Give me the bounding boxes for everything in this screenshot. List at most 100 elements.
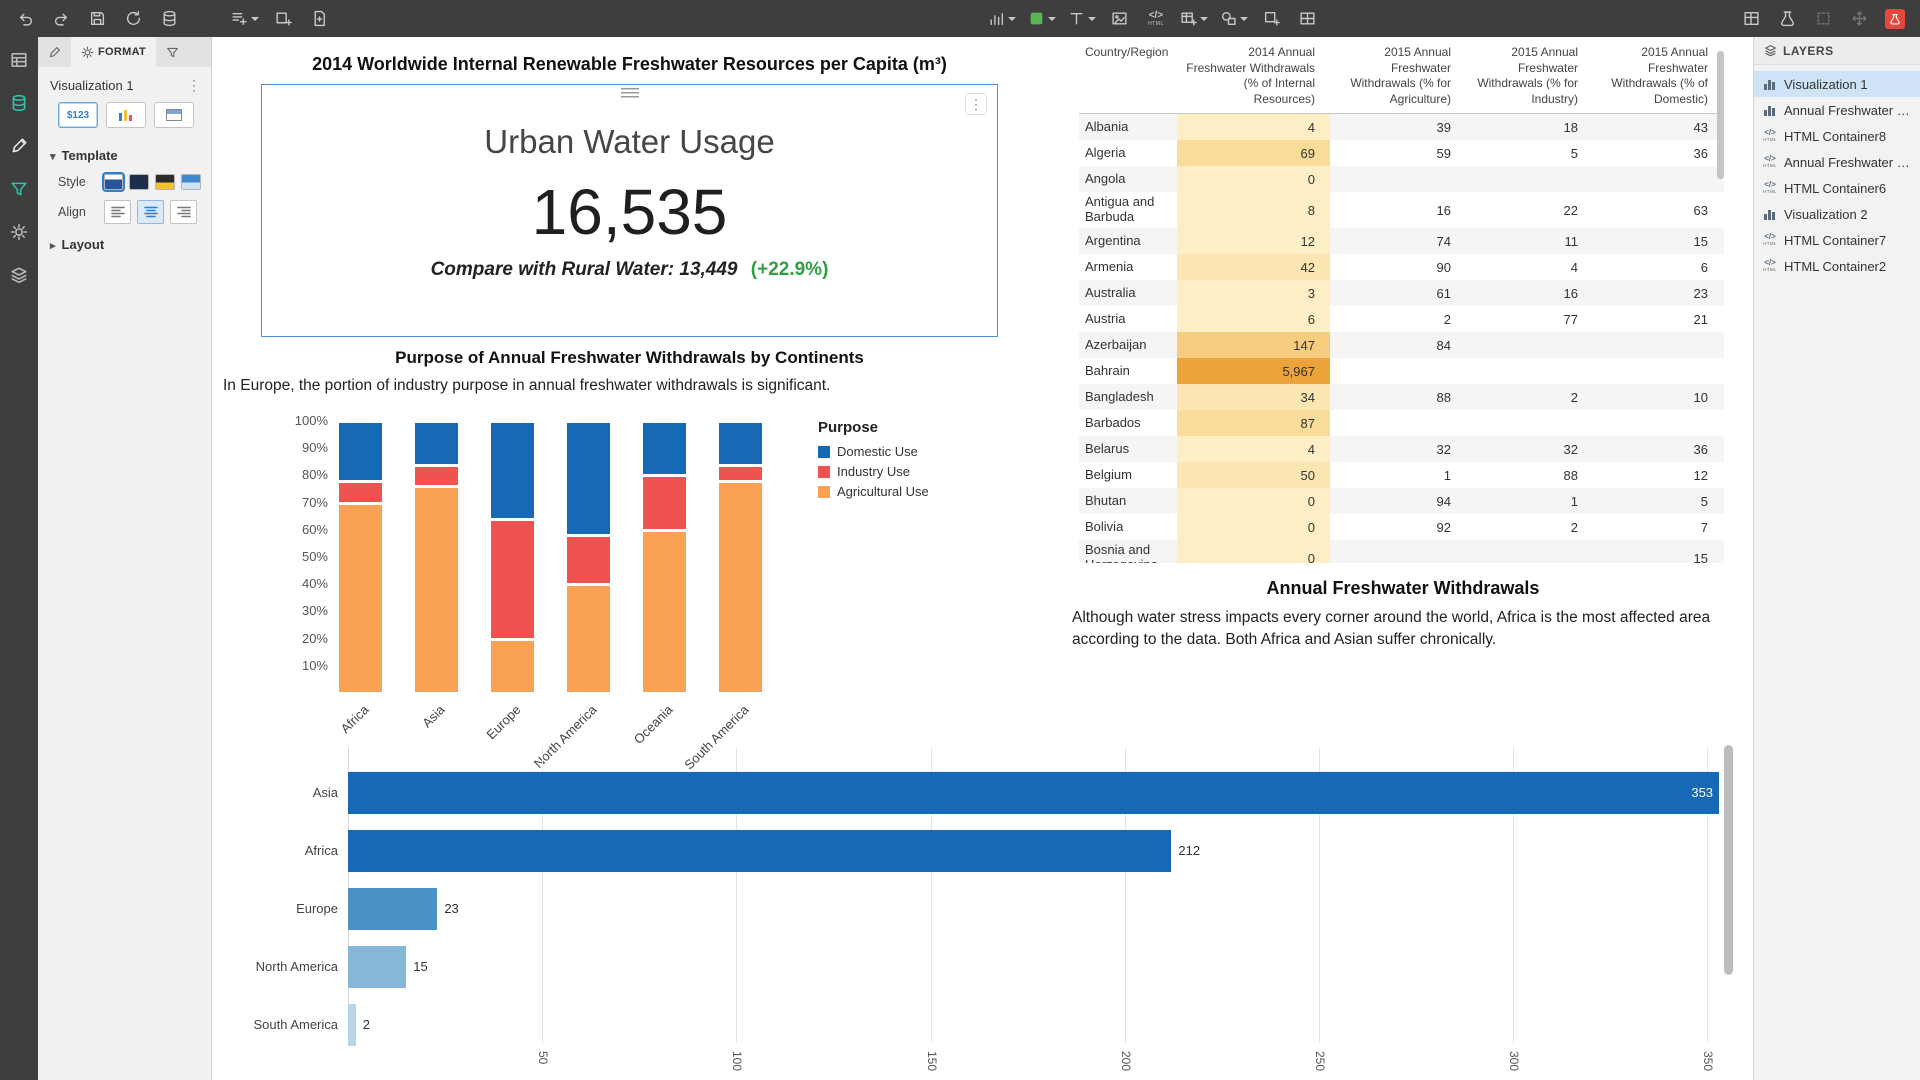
bar-segment[interactable] [567, 423, 610, 534]
format-tab[interactable]: FORMAT [71, 37, 156, 67]
text-button[interactable] [1065, 5, 1099, 33]
layout-split-button[interactable] [1293, 5, 1323, 33]
drag-handle-icon[interactable] [621, 88, 639, 98]
data-pane-icon[interactable] [5, 47, 33, 73]
data-table[interactable]: Country/Region2014 Annual Freshwater Wit… [1079, 43, 1724, 563]
canvas-scrollbar[interactable] [1724, 745, 1733, 975]
layers-stack-icon[interactable] [5, 262, 33, 288]
table-row[interactable]: Azerbaijan14784 [1079, 332, 1724, 358]
layer-item[interactable]: Visualization 1 [1754, 71, 1920, 97]
column-header[interactable]: 2015 Annual Freshwater Withdrawals (% fo… [1459, 43, 1586, 109]
style-swatch-1[interactable] [104, 174, 124, 190]
table-row[interactable]: Australia3611623 [1079, 280, 1724, 306]
insert-visualization-button[interactable] [228, 5, 262, 33]
column-header[interactable]: 2014 Annual Freshwater Withdrawals (% of… [1177, 43, 1330, 109]
bar-segment[interactable] [567, 537, 610, 583]
layout-section-toggle[interactable]: Layout [38, 229, 211, 258]
add-page-button[interactable] [304, 5, 334, 33]
table-row[interactable]: Bosnia and Herzegovina015 [1079, 540, 1724, 563]
bar-segment[interactable] [339, 505, 382, 692]
bar-segment[interactable] [643, 477, 686, 528]
table-row[interactable]: Armenia429046 [1079, 254, 1724, 280]
data-source-button[interactable] [154, 5, 184, 33]
html-button[interactable] [1141, 5, 1171, 33]
bar-segment[interactable] [491, 641, 534, 692]
bar-segment[interactable] [491, 423, 534, 518]
bar-segment[interactable] [567, 586, 610, 692]
column-header[interactable]: Country/Region [1079, 43, 1177, 109]
table-row[interactable]: Bangladesh3488210 [1079, 384, 1724, 410]
edit-pencil-icon[interactable] [5, 133, 33, 159]
table-row[interactable]: Algeria6959536 [1079, 140, 1724, 166]
legend-item[interactable]: Industry Use [818, 464, 929, 479]
color-format-button[interactable] [1025, 5, 1059, 33]
refresh-button[interactable] [118, 5, 148, 33]
insert-table-button[interactable] [1177, 5, 1211, 33]
align-left-button[interactable] [104, 200, 131, 224]
layer-item[interactable]: Annual Freshwater Wit... [1754, 149, 1920, 175]
bar-segment[interactable] [415, 423, 458, 464]
table-row[interactable]: Angola0 [1079, 166, 1724, 192]
style-swatch-2[interactable] [129, 174, 149, 190]
table-scrollbar[interactable] [1717, 51, 1724, 179]
chart-format-button[interactable] [106, 102, 146, 128]
legend-item[interactable]: Agricultural Use [818, 484, 929, 499]
grid-view-button[interactable] [1736, 5, 1766, 33]
experiment-flask-button[interactable] [1772, 5, 1802, 33]
datasource-icon[interactable] [5, 90, 33, 116]
table-row[interactable]: Barbados87 [1079, 410, 1724, 436]
table-row[interactable]: Bahrain5,967 [1079, 358, 1724, 384]
presentation-badge-button[interactable] [1880, 5, 1910, 33]
bar-segment[interactable] [643, 532, 686, 692]
table-row[interactable]: Bhutan09415 [1079, 488, 1724, 514]
layer-item[interactable]: Visualization 2 [1754, 201, 1920, 227]
bar-segment[interactable] [719, 467, 762, 480]
column-header[interactable]: 2015 Annual Freshwater Withdrawals (% of… [1586, 43, 1716, 109]
new-container-button[interactable] [1257, 5, 1287, 33]
undo-button[interactable] [10, 5, 40, 33]
bar-segment[interactable] [415, 467, 458, 486]
style-swatch-4[interactable] [181, 174, 201, 190]
number-format-button[interactable]: $123 [58, 102, 98, 128]
chart-type-button[interactable] [985, 5, 1019, 33]
redo-button[interactable] [46, 5, 76, 33]
table-row[interactable]: Albania4391843 [1079, 114, 1724, 140]
filter-tab[interactable] [156, 37, 189, 67]
edit-tab[interactable] [38, 37, 71, 67]
filter-icon[interactable] [5, 176, 33, 202]
stacked-bar-chart[interactable]: 100%90%80%70%60%50%40%30%20%10%AfricaAsi… [272, 412, 832, 752]
container-format-button[interactable] [154, 102, 194, 128]
bar-segment[interactable] [339, 483, 382, 502]
settings-gear-icon[interactable] [5, 219, 33, 245]
style-swatch-3[interactable] [155, 174, 175, 190]
bar-segment[interactable] [719, 483, 762, 692]
bar[interactable] [348, 772, 1719, 814]
bar-segment[interactable] [491, 521, 534, 638]
align-right-button[interactable] [170, 200, 197, 224]
bar-segment[interactable] [719, 423, 762, 464]
bar[interactable] [348, 888, 437, 930]
bar-segment[interactable] [339, 423, 382, 480]
table-row[interactable]: Bolivia09227 [1079, 514, 1724, 540]
marquee-select-button[interactable] [1808, 5, 1838, 33]
card-menu-icon[interactable] [965, 93, 987, 115]
bar[interactable] [348, 946, 406, 988]
layer-item[interactable]: HTML Container7 [1754, 227, 1920, 253]
horizontal-bar-chart[interactable]: 50100150200250300350Asia353Africa212Euro… [212, 737, 1742, 1080]
bar[interactable] [348, 830, 1171, 872]
kpi-card[interactable]: Urban Water Usage 16,535 Compare with Ru… [261, 84, 998, 337]
table-row[interactable]: Belarus4323236 [1079, 436, 1724, 462]
bar-segment[interactable] [643, 423, 686, 474]
column-header[interactable]: 2015 Annual Freshwater Withdrawals (% fo… [1330, 43, 1459, 109]
layer-item[interactable]: HTML Container2 [1754, 253, 1920, 279]
bar[interactable] [348, 1004, 356, 1046]
table-row[interactable]: Belgium5018812 [1079, 462, 1724, 488]
layer-item[interactable]: HTML Container6 [1754, 175, 1920, 201]
bar-segment[interactable] [415, 488, 458, 692]
align-center-button[interactable] [137, 200, 164, 224]
dashboard-canvas[interactable]: 2014 Worldwide Internal Renewable Freshw… [212, 37, 1753, 1080]
save-button[interactable] [82, 5, 112, 33]
legend-item[interactable]: Domestic Use [818, 444, 929, 459]
more-options-icon[interactable] [187, 77, 201, 94]
table-row[interactable]: Antigua and Barbuda8162263 [1079, 192, 1724, 228]
